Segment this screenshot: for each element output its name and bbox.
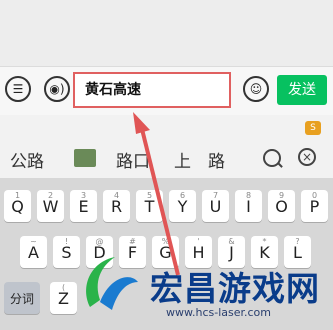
watermark-url: www.hcs-laser.com	[166, 306, 271, 319]
watermark-logo	[86, 257, 138, 310]
watermark-title: 宏昌游戏网	[150, 269, 320, 308]
